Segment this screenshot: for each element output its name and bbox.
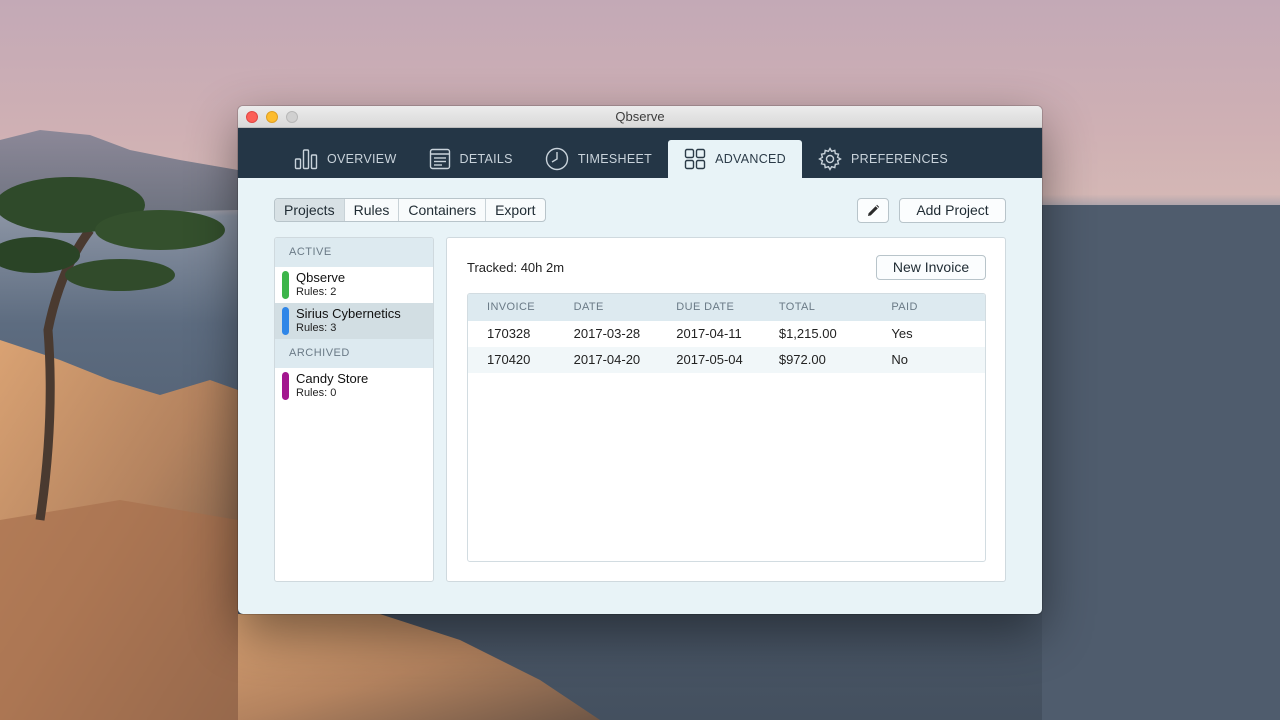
tab-overview[interactable]: OVERVIEW	[278, 140, 413, 178]
window-title: Qbserve	[615, 109, 665, 124]
window-controls	[246, 111, 298, 123]
archived-section-header: ARCHIVED	[275, 339, 433, 368]
tab-timesheet-label: TIMESHEET	[577, 152, 653, 166]
project-color-swatch	[282, 271, 289, 299]
tab-details[interactable]: DETAILS	[413, 140, 529, 178]
project-list: ACTIVE Qbserve Rules: 2 Sirius Cyberneti…	[274, 237, 434, 582]
project-rules-count: Rules: 3	[296, 322, 337, 334]
project-item-candy-store[interactable]: Candy Store Rules: 0	[275, 368, 433, 404]
app-window: Qbserve OVERVIEW DETAILS TIMESHEET ADVAN…	[238, 106, 1042, 614]
segment-export[interactable]: Export	[486, 199, 544, 221]
column-header-invoice[interactable]: INVOICE	[468, 294, 574, 321]
due-date-cell: 2017-05-04	[676, 352, 743, 367]
date-cell: 2017-04-20	[573, 352, 641, 367]
active-section-header: ACTIVE	[275, 238, 433, 267]
total-cell: $1,215.00	[778, 326, 837, 341]
column-header-due-date[interactable]: DUE DATE	[676, 294, 779, 321]
column-header-total[interactable]: TOTAL	[779, 294, 892, 321]
tab-preferences-label: PREFERENCES	[851, 152, 949, 166]
document-list-icon	[429, 148, 450, 170]
table-row[interactable]: 170420 2017-04-20 2017-05-04 $972.00 No	[468, 347, 985, 373]
segment-rules[interactable]: Rules	[345, 199, 400, 221]
project-item-sirius-cybernetics[interactable]: Sirius Cybernetics Rules: 3	[275, 303, 433, 339]
tab-details-label: DETAILS	[459, 152, 513, 166]
minimize-window-button[interactable]	[266, 111, 278, 123]
table-header: INVOICE DATE DUE DATE TOTAL PAID	[468, 294, 985, 321]
project-rules-count: Rules: 0	[296, 387, 337, 399]
section-switcher: Projects Rules Containers Export	[274, 198, 546, 222]
pencil-icon	[868, 204, 880, 216]
project-name: Candy Store	[296, 371, 369, 386]
project-item-qbserve[interactable]: Qbserve Rules: 2	[275, 267, 433, 303]
project-name: Sirius Cybernetics	[296, 306, 401, 321]
bar-chart-icon	[294, 149, 318, 170]
total-cell: $972.00	[778, 352, 826, 367]
main-nav: OVERVIEW DETAILS TIMESHEET ADVANCED PREF…	[238, 128, 1042, 178]
paid-cell: Yes	[891, 326, 913, 341]
invoice-number-cell: 170420	[487, 352, 531, 367]
tab-timesheet[interactable]: TIMESHEET	[529, 140, 668, 178]
invoice-table: INVOICE DATE DUE DATE TOTAL PAID 170328 …	[467, 293, 986, 562]
advanced-content: Projects Rules Containers Export Add Pro…	[238, 178, 1042, 614]
edit-project-button[interactable]	[857, 198, 889, 223]
table-row[interactable]: 170328 2017-03-28 2017-04-11 $1,215.00 Y…	[468, 321, 985, 347]
add-project-button[interactable]: Add Project	[899, 198, 1006, 223]
gear-icon	[818, 147, 842, 171]
new-invoice-button[interactable]: New Invoice	[876, 255, 986, 280]
grid-icon	[684, 148, 706, 170]
due-date-cell: 2017-04-11	[676, 326, 742, 341]
segment-projects[interactable]: Projects	[275, 199, 345, 221]
tab-overview-label: OVERVIEW	[327, 152, 397, 166]
project-color-swatch	[282, 372, 289, 400]
date-cell: 2017-03-28	[573, 326, 641, 341]
project-detail-panel: Tracked: 40h 2m New Invoice INVOICE DATE…	[446, 237, 1006, 582]
project-color-swatch	[282, 307, 289, 335]
zoom-window-button[interactable]	[286, 111, 298, 123]
tab-advanced-label: ADVANCED	[715, 152, 786, 166]
clock-icon	[545, 147, 569, 171]
tab-advanced[interactable]: ADVANCED	[668, 140, 802, 178]
tab-preferences[interactable]: PREFERENCES	[802, 140, 964, 178]
column-header-date[interactable]: DATE	[574, 294, 677, 321]
project-name: Qbserve	[296, 270, 346, 285]
invoice-number-cell: 170328	[487, 326, 531, 341]
column-header-paid[interactable]: PAID	[891, 294, 985, 321]
project-rules-count: Rules: 2	[296, 286, 337, 298]
segment-containers[interactable]: Containers	[399, 199, 487, 221]
paid-cell: No	[891, 352, 909, 367]
close-window-button[interactable]	[246, 111, 258, 123]
title-bar: Qbserve	[238, 106, 1042, 128]
tracked-time: Tracked: 40h 2m	[467, 260, 565, 275]
